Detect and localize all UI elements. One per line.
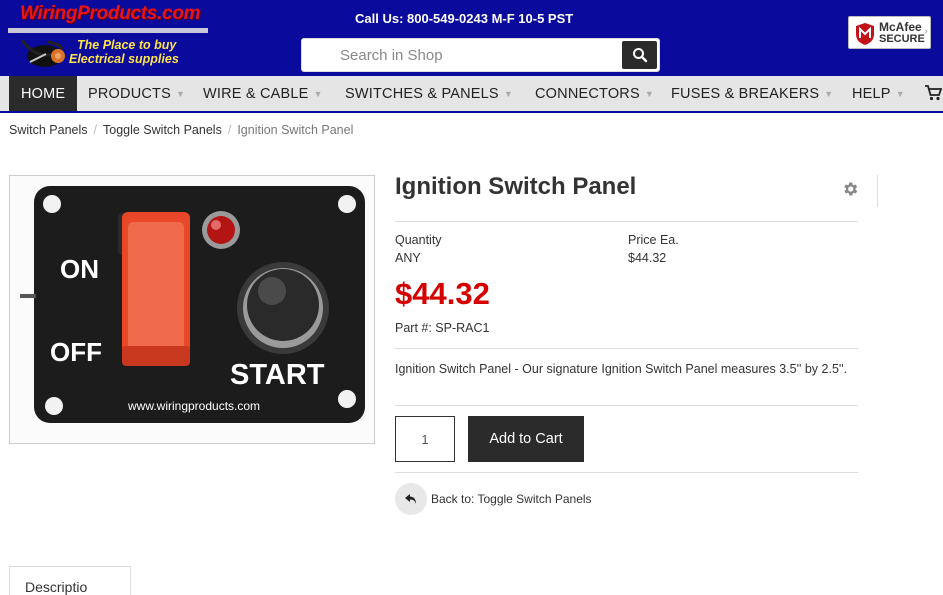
back-link[interactable]: Back to: Toggle Switch Panels — [395, 483, 592, 515]
nav-label: WIRE & CABLE — [203, 85, 309, 102]
price-each-value: $44.32 — [628, 251, 667, 265]
gear-icon[interactable] — [841, 180, 859, 198]
search-icon — [632, 48, 647, 63]
divider — [395, 472, 858, 473]
panel-label-start: START — [230, 359, 325, 391]
chevron-down-icon: ▼ — [503, 88, 513, 99]
breadcrumb-link[interactable]: Switch Panels — [9, 123, 88, 137]
divider — [395, 405, 858, 406]
cart-icon[interactable] — [924, 84, 942, 101]
site-logo[interactable]: WiringProducts.com The Place to buy Elec… — [8, 2, 210, 72]
badge-line-2: SECURE — [879, 33, 925, 45]
quantity-input[interactable] — [395, 416, 455, 462]
reply-arrow-icon — [405, 494, 416, 504]
nav-label: HOME — [21, 85, 66, 102]
nav-item-switches-panels[interactable]: SWITCHES & PANELS ▼ — [345, 76, 513, 111]
quantity-label: Quantity — [395, 233, 442, 247]
product-title: Ignition Switch Panel — [395, 173, 637, 200]
nav-item-fuses-breakers[interactable]: FUSES & BREAKERS ▼ — [671, 76, 833, 111]
breadcrumb-separator: / — [227, 123, 232, 137]
divider — [395, 348, 858, 349]
chevron-right-icon: › — [924, 27, 928, 37]
logo-tagline-1: The Place to buy — [77, 38, 177, 52]
chevron-down-icon: ▼ — [175, 88, 186, 99]
breadcrumb-link[interactable]: Toggle Switch Panels — [103, 123, 222, 137]
chevron-down-icon: ▼ — [644, 88, 654, 99]
tab-description[interactable]: Descriptio — [9, 566, 131, 595]
back-button[interactable] — [395, 483, 427, 515]
logo-tagline-2: Electrical supplies — [69, 52, 179, 66]
search-box — [301, 38, 660, 72]
header-divider — [877, 175, 878, 207]
back-link-text[interactable]: Back to: Toggle Switch Panels — [431, 492, 592, 506]
breadcrumb-separator: / — [93, 123, 97, 137]
price-each-label: Price Ea. — [628, 233, 679, 247]
logo-brand-text: WiringProducts.com — [20, 3, 201, 24]
search-button[interactable] — [622, 41, 657, 69]
part-number: Part #: SP-RAC1 — [395, 321, 490, 335]
call-us-text: Call Us: 800-549-0243 M-F 10-5 PST — [355, 11, 574, 26]
panel-label-on: ON — [60, 254, 99, 284]
nav-item-help[interactable]: HELP ▼ — [852, 76, 905, 111]
add-to-cart-button[interactable]: Add to Cart — [468, 416, 584, 462]
divider — [395, 221, 858, 222]
tab-label: Descriptio — [25, 579, 88, 595]
ignition-panel-photo: ON OFF START www.wiringproducts.com — [10, 176, 374, 443]
nav-item-products[interactable]: PRODUCTS ▼ — [88, 76, 185, 111]
product-price: $44.32 — [395, 276, 490, 311]
chevron-down-icon: ▼ — [824, 88, 834, 99]
badge-line-1: McAfee — [879, 20, 922, 34]
breadcrumb-current: Ignition Switch Panel — [237, 123, 354, 137]
chevron-down-icon: ▼ — [895, 88, 905, 99]
product-description: Ignition Switch Panel - Our signature Ig… — [395, 362, 848, 376]
product-image[interactable]: ON OFF START www.wiringproducts.com — [9, 175, 375, 444]
nav-label: FUSES & BREAKERS — [671, 85, 820, 102]
panel-label-off: OFF — [50, 337, 102, 367]
site-header: WiringProducts.com The Place to buy Elec… — [0, 0, 943, 76]
nav-item-wire-cable[interactable]: WIRE & CABLE ▼ — [203, 76, 323, 111]
nav-label: CONNECTORS — [535, 85, 640, 102]
nav-label: HELP — [852, 85, 891, 102]
breadcrumb: Switch Panels / Toggle Switch Panels / Ignit… — [9, 123, 353, 137]
nav-label: SWITCHES & PANELS — [345, 85, 499, 102]
mcafee-secure-badge[interactable]: McAfee SECURE › — [848, 16, 931, 49]
nav-label: PRODUCTS — [88, 85, 171, 102]
chevron-down-icon: ▼ — [313, 88, 323, 99]
search-input[interactable] — [302, 39, 622, 71]
panel-url-text: www.wiringproducts.com — [127, 399, 260, 413]
shield-icon — [856, 23, 874, 45]
cable-reel-icon — [20, 39, 65, 67]
main-nav: HOME PRODUCTS ▼ WIRE & CABLE ▼ SWITCHES & … — [0, 76, 943, 113]
quantity-value: ANY — [395, 251, 421, 265]
nav-item-connectors[interactable]: CONNECTORS ▼ — [535, 76, 654, 111]
nav-item-home[interactable]: HOME — [9, 76, 78, 111]
